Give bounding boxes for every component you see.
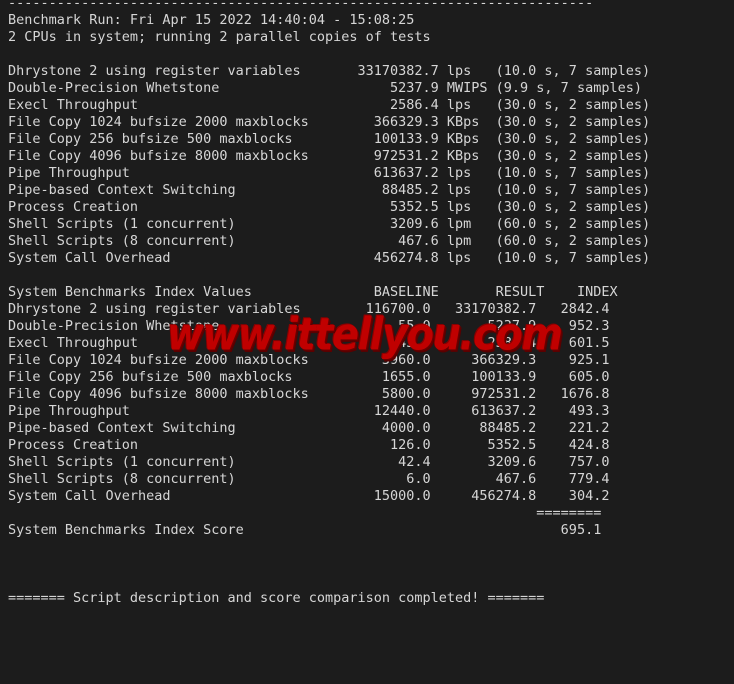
output-line-index-syscall: System Call Overhead 15000.0 456274.8 30…: [8, 488, 610, 504]
output-line-result-dhrystone: Dhrystone 2 using register variables 331…: [8, 63, 651, 79]
output-line-index-shell-1: Shell Scripts (1 concurrent) 42.4 3209.6…: [8, 454, 610, 470]
output-line-separator-top: ----------------------------------------…: [8, 0, 594, 11]
output-line-completion-message: ======= Script description and score com…: [8, 590, 545, 606]
output-line-index-filecopy-256: File Copy 256 bufsize 500 maxblocks 1655…: [8, 369, 610, 385]
output-line-index-shell-8: Shell Scripts (8 concurrent) 6.0 467.6 7…: [8, 471, 610, 487]
output-line-blank-4: [0, 556, 734, 573]
output-line-index-whetstone: Double-Precision Whetstone 55.0 5237.9 9…: [8, 318, 610, 334]
output-line-index-context-switching: Pipe-based Context Switching 4000.0 8848…: [8, 420, 610, 436]
output-line-index-header: System Benchmarks Index Values BASELINE …: [8, 284, 618, 300]
output-line-benchmark-run: Benchmark Run: Fri Apr 15 2022 14:40:04 …: [8, 12, 415, 28]
output-line-index-filecopy-1024: File Copy 1024 bufsize 2000 maxblocks 39…: [8, 352, 610, 368]
terminal-window[interactable]: ----------------------------------------…: [0, 0, 734, 684]
output-line-result-shell-8: Shell Scripts (8 concurrent) 467.6 lpm (…: [8, 233, 651, 249]
output-line-result-filecopy-256: File Copy 256 bufsize 500 maxblocks 1001…: [8, 131, 651, 147]
output-line-blank-3: [0, 539, 734, 556]
terminal-output: ----------------------------------------…: [0, 0, 734, 607]
output-line-result-pipe-throughput: Pipe Throughput 613637.2 lps (10.0 s, 7 …: [8, 165, 651, 181]
output-line-result-shell-1: Shell Scripts (1 concurrent) 3209.6 lpm …: [8, 216, 651, 232]
output-line-index-score: System Benchmarks Index Score 695.1: [8, 522, 602, 538]
output-line-blank-2: [0, 267, 734, 284]
output-line-index-dhrystone: Dhrystone 2 using register variables 116…: [8, 301, 610, 317]
output-line-cpu-info: 2 CPUs in system; running 2 parallel cop…: [8, 29, 431, 45]
output-line-result-syscall: System Call Overhead 456274.8 lps (10.0 …: [8, 250, 651, 266]
output-line-blank-5: [0, 573, 734, 590]
output-line-index-process-creation: Process Creation 126.0 5352.5 424.8: [8, 437, 610, 453]
output-line-index-filecopy-4096: File Copy 4096 bufsize 8000 maxblocks 58…: [8, 386, 610, 402]
output-line-score-separator: ========: [8, 505, 602, 521]
output-line-result-whetstone: Double-Precision Whetstone 5237.9 MWIPS …: [8, 80, 642, 96]
output-line-blank-1: [0, 46, 734, 63]
output-line-result-context-switching: Pipe-based Context Switching 88485.2 lps…: [8, 182, 651, 198]
output-line-result-process-creation: Process Creation 5352.5 lps (30.0 s, 2 s…: [8, 199, 651, 215]
output-line-result-filecopy-4096: File Copy 4096 bufsize 8000 maxblocks 97…: [8, 148, 651, 164]
output-line-result-filecopy-1024: File Copy 1024 bufsize 2000 maxblocks 36…: [8, 114, 651, 130]
output-line-index-execl: Execl Throughput 43.0 2586.4 601.5: [8, 335, 610, 351]
output-line-index-pipe-throughput: Pipe Throughput 12440.0 613637.2 493.3: [8, 403, 610, 419]
output-line-result-execl: Execl Throughput 2586.4 lps (30.0 s, 2 s…: [8, 97, 651, 113]
